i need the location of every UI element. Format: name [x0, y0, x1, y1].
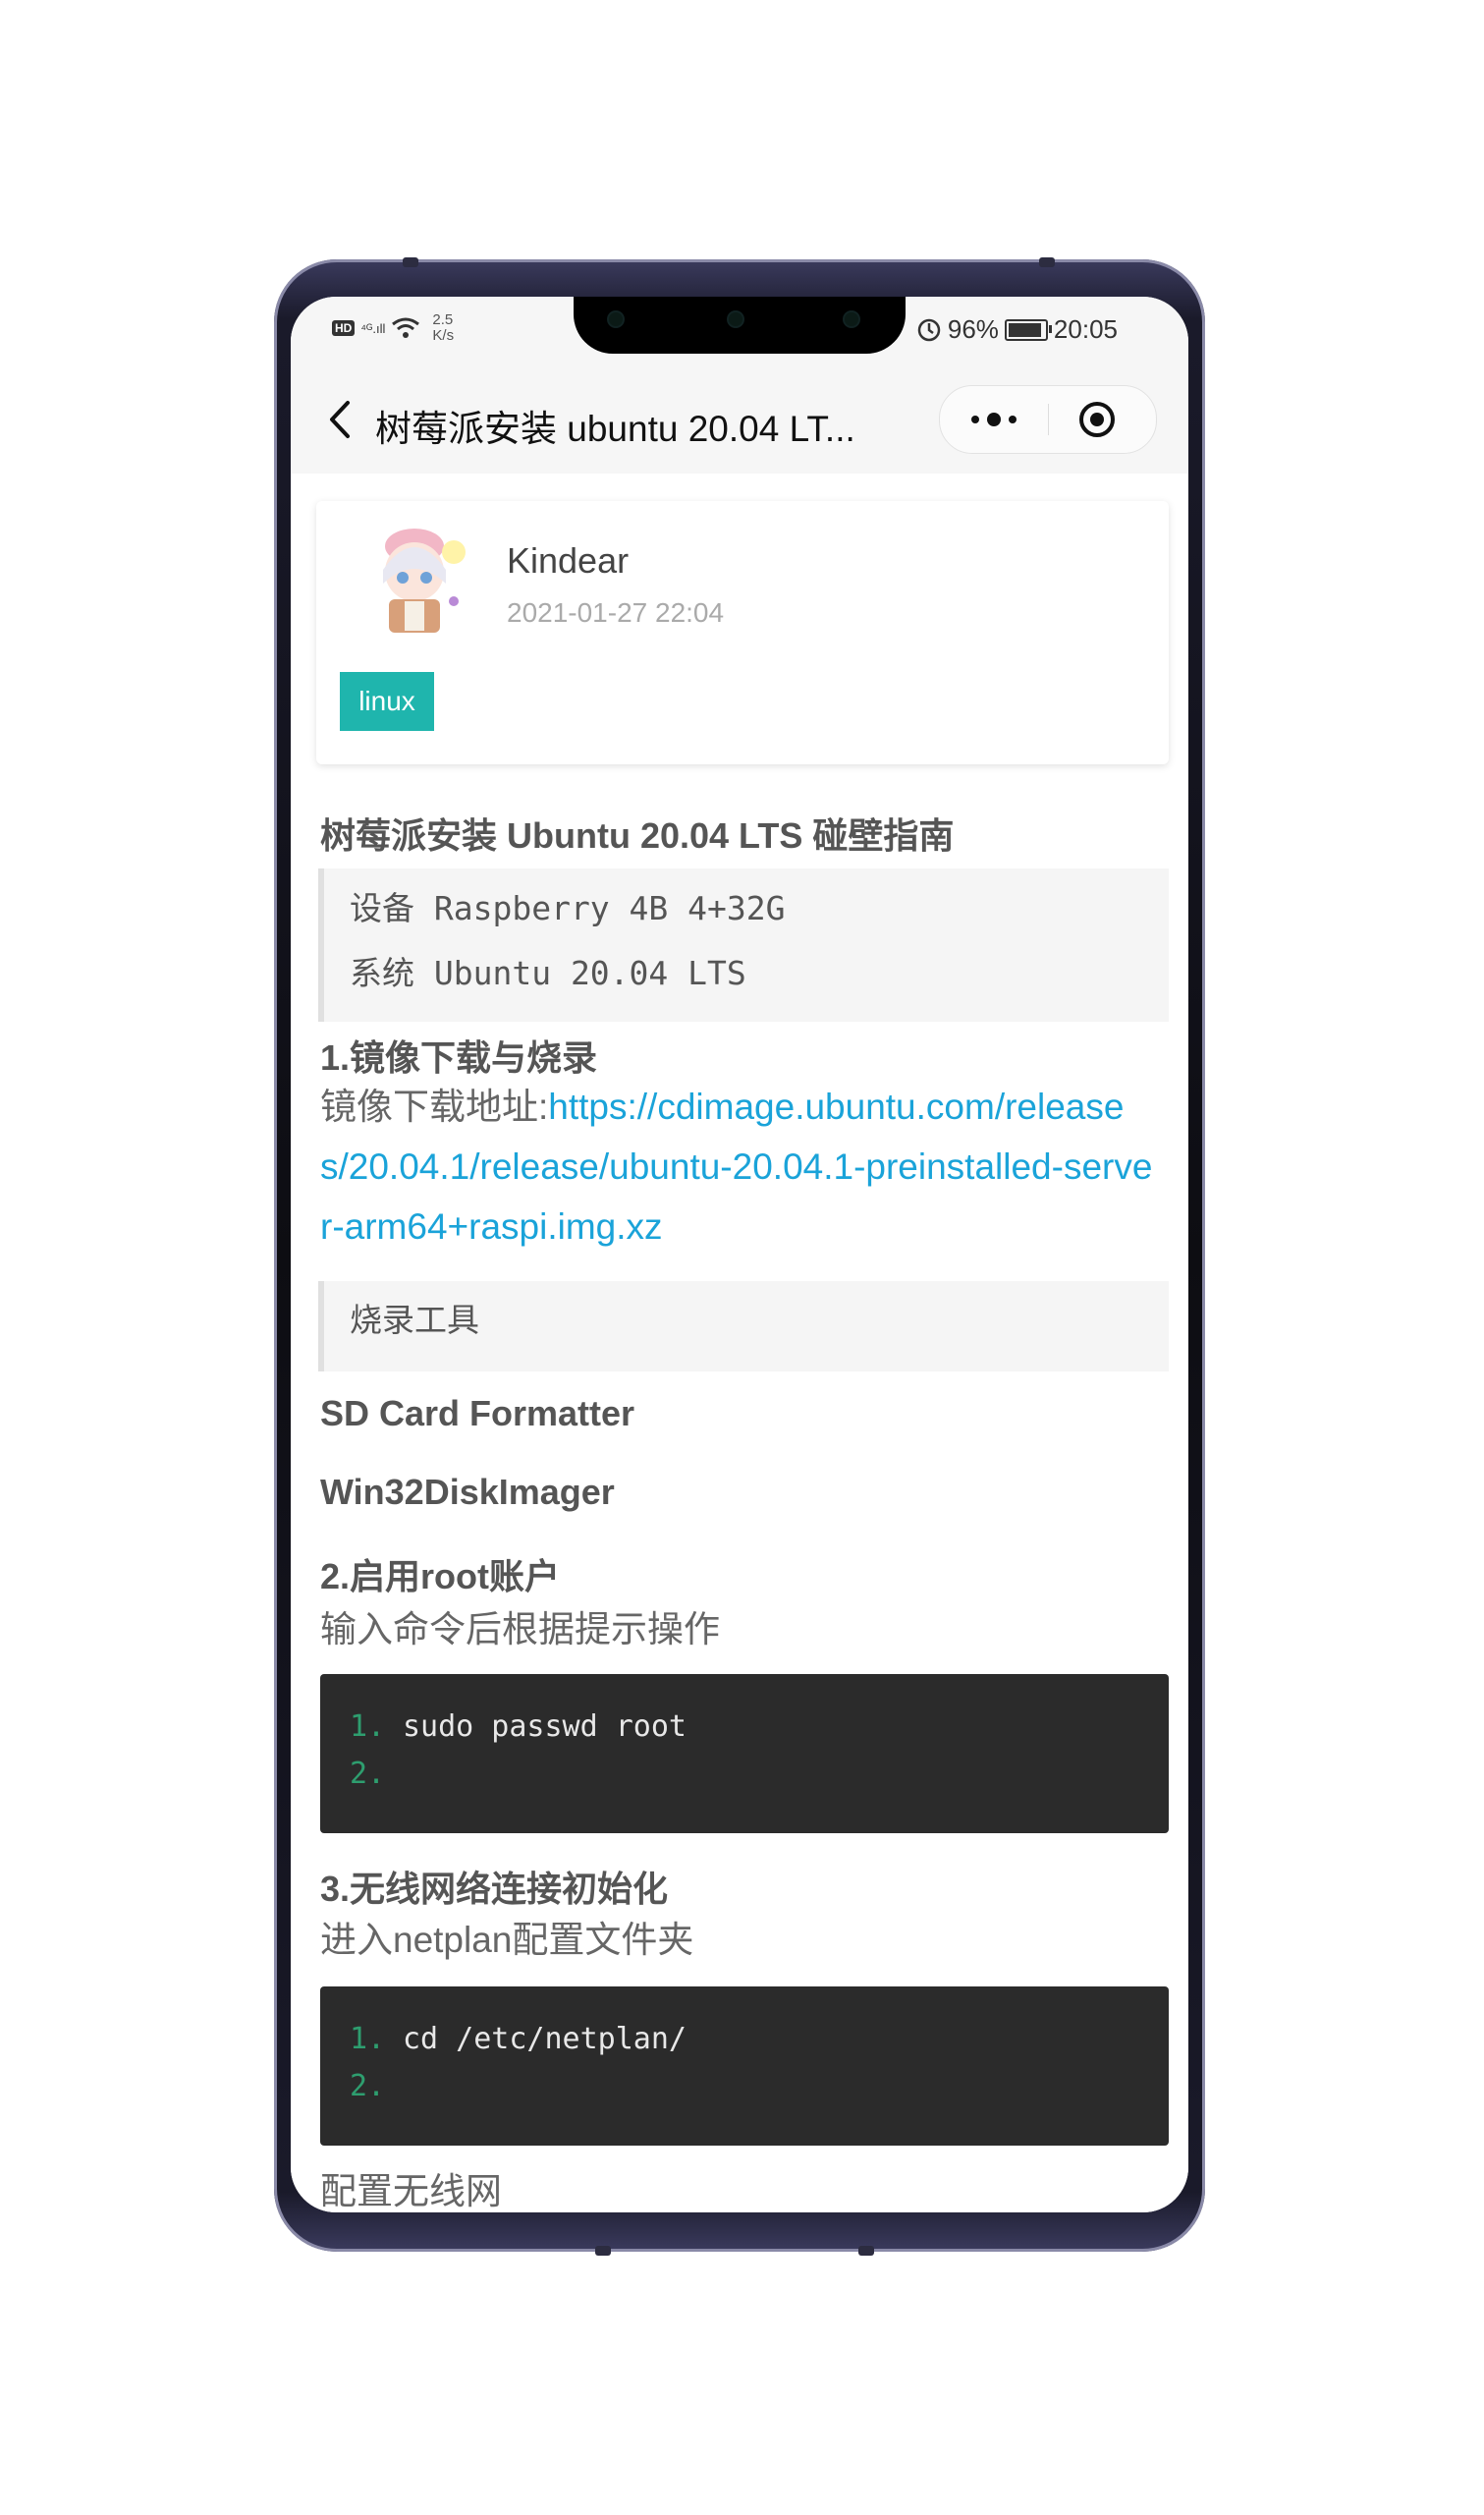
- code-line: cd /etc/netplan/: [403, 2022, 687, 2056]
- close-target-icon[interactable]: [1077, 400, 1117, 439]
- code-block[interactable]: 1. sudo passwd root 2.: [320, 1674, 1169, 1833]
- article-title: 树莓派安装 Ubuntu 20.04 LTS 碰壁指南: [320, 815, 955, 856]
- section-desc: 输入命令后根据提示操作: [320, 1609, 720, 1649]
- speed-value: 2.5: [432, 311, 454, 328]
- speed-unit: K/s: [432, 327, 455, 344]
- section-desc: 配置无线网: [320, 2171, 502, 2211]
- clock: 20:05: [1053, 314, 1118, 344]
- back-arrow-icon[interactable]: [320, 395, 359, 444]
- camera-icon: [845, 312, 858, 326]
- download-label: 镜像下载地址:: [320, 1087, 549, 1127]
- section-heading: 1.镜像下载与烧录: [320, 1037, 598, 1078]
- line-number: 2.: [350, 2069, 386, 2103]
- hd-badge: HD: [332, 320, 356, 336]
- miniprogram-capsule: [939, 385, 1157, 454]
- line-number: 1.: [350, 1709, 386, 1744]
- article-content: Kindear 2021-01-27 22:04 linux 树莓派安装 Ubu…: [291, 474, 1188, 2212]
- quote-line: 系统 Ubuntu 20.04 LTS: [350, 954, 746, 992]
- camera-icon: [609, 312, 623, 326]
- code-line: sudo passwd root: [403, 1709, 687, 1744]
- tool-item: SD Card Formatter: [320, 1393, 635, 1433]
- download-link[interactable]: s/20.04.1/release/ubuntu-20.04.1-preinst…: [320, 1137, 1179, 1197]
- nav-bar: 树莓派安装 ubuntu 20.04 LT...: [291, 365, 1188, 474]
- battery-percent: 96%: [947, 314, 999, 344]
- code-block[interactable]: 1. cd /etc/netplan/ 2.: [320, 1986, 1169, 2146]
- section-heading: 3.无线网络连接初始化: [320, 1869, 669, 1909]
- status-left: HD ⁴ᴳ.ıll 2.5 K/s: [332, 312, 454, 344]
- download-paragraph: 镜像下载地址:https://cdimage.ubuntu.com/releas…: [320, 1077, 1179, 1257]
- info-quote: 设备 Raspberry 4B 4+32G 系统 Ubuntu 20.04 LT…: [318, 868, 1169, 1022]
- line-number: 1.: [350, 2022, 386, 2056]
- download-link[interactable]: https://cdimage.ubuntu.com/release: [548, 1087, 1124, 1127]
- section-desc: 进入netplan配置文件夹: [320, 1920, 694, 1960]
- post-date: 2021-01-27 22:04: [507, 597, 725, 628]
- page-title: 树莓派安装 ubuntu 20.04 LT...: [375, 409, 855, 449]
- status-right: 96% 20:05: [916, 314, 1118, 345]
- battery-icon: [1004, 318, 1052, 341]
- line-number: 2.: [350, 1757, 386, 1791]
- battery-saver-icon: [917, 318, 941, 341]
- section-heading: 2.启用root账户: [320, 1556, 561, 1596]
- author-card: Kindear 2021-01-27 22:04 linux: [316, 501, 1169, 764]
- avatar[interactable]: [359, 525, 469, 635]
- wifi-icon: [392, 317, 420, 338]
- download-link[interactable]: r-arm64+raspi.img.xz: [320, 1197, 1179, 1257]
- phone-button: [1039, 257, 1055, 267]
- status-bar: HD ⁴ᴳ.ıll 2.5 K/s 96% 20:05: [291, 297, 1188, 365]
- phone-screen: HD ⁴ᴳ.ıll 2.5 K/s 96% 20:05 树莓派安装 ubuntu…: [291, 297, 1188, 2212]
- quote-line: 设备 Raspberry 4B 4+32G: [350, 889, 786, 927]
- author-name[interactable]: Kindear: [507, 540, 629, 582]
- camera-notch: [574, 297, 906, 354]
- tool-item: Win32DiskImager: [320, 1472, 615, 1512]
- camera-icon: [729, 312, 742, 326]
- phone-button: [858, 2246, 874, 2256]
- tools-quote: 烧录工具: [318, 1281, 1169, 1371]
- phone-button: [403, 257, 418, 267]
- network-speed: 2.5 K/s: [432, 312, 454, 344]
- tag-badge[interactable]: linux: [340, 672, 434, 731]
- capsule-divider: [1048, 404, 1049, 435]
- phone-button: [595, 2246, 611, 2256]
- signal-icon: ⁴ᴳ.ıll: [360, 320, 386, 336]
- more-icon[interactable]: [963, 404, 1024, 435]
